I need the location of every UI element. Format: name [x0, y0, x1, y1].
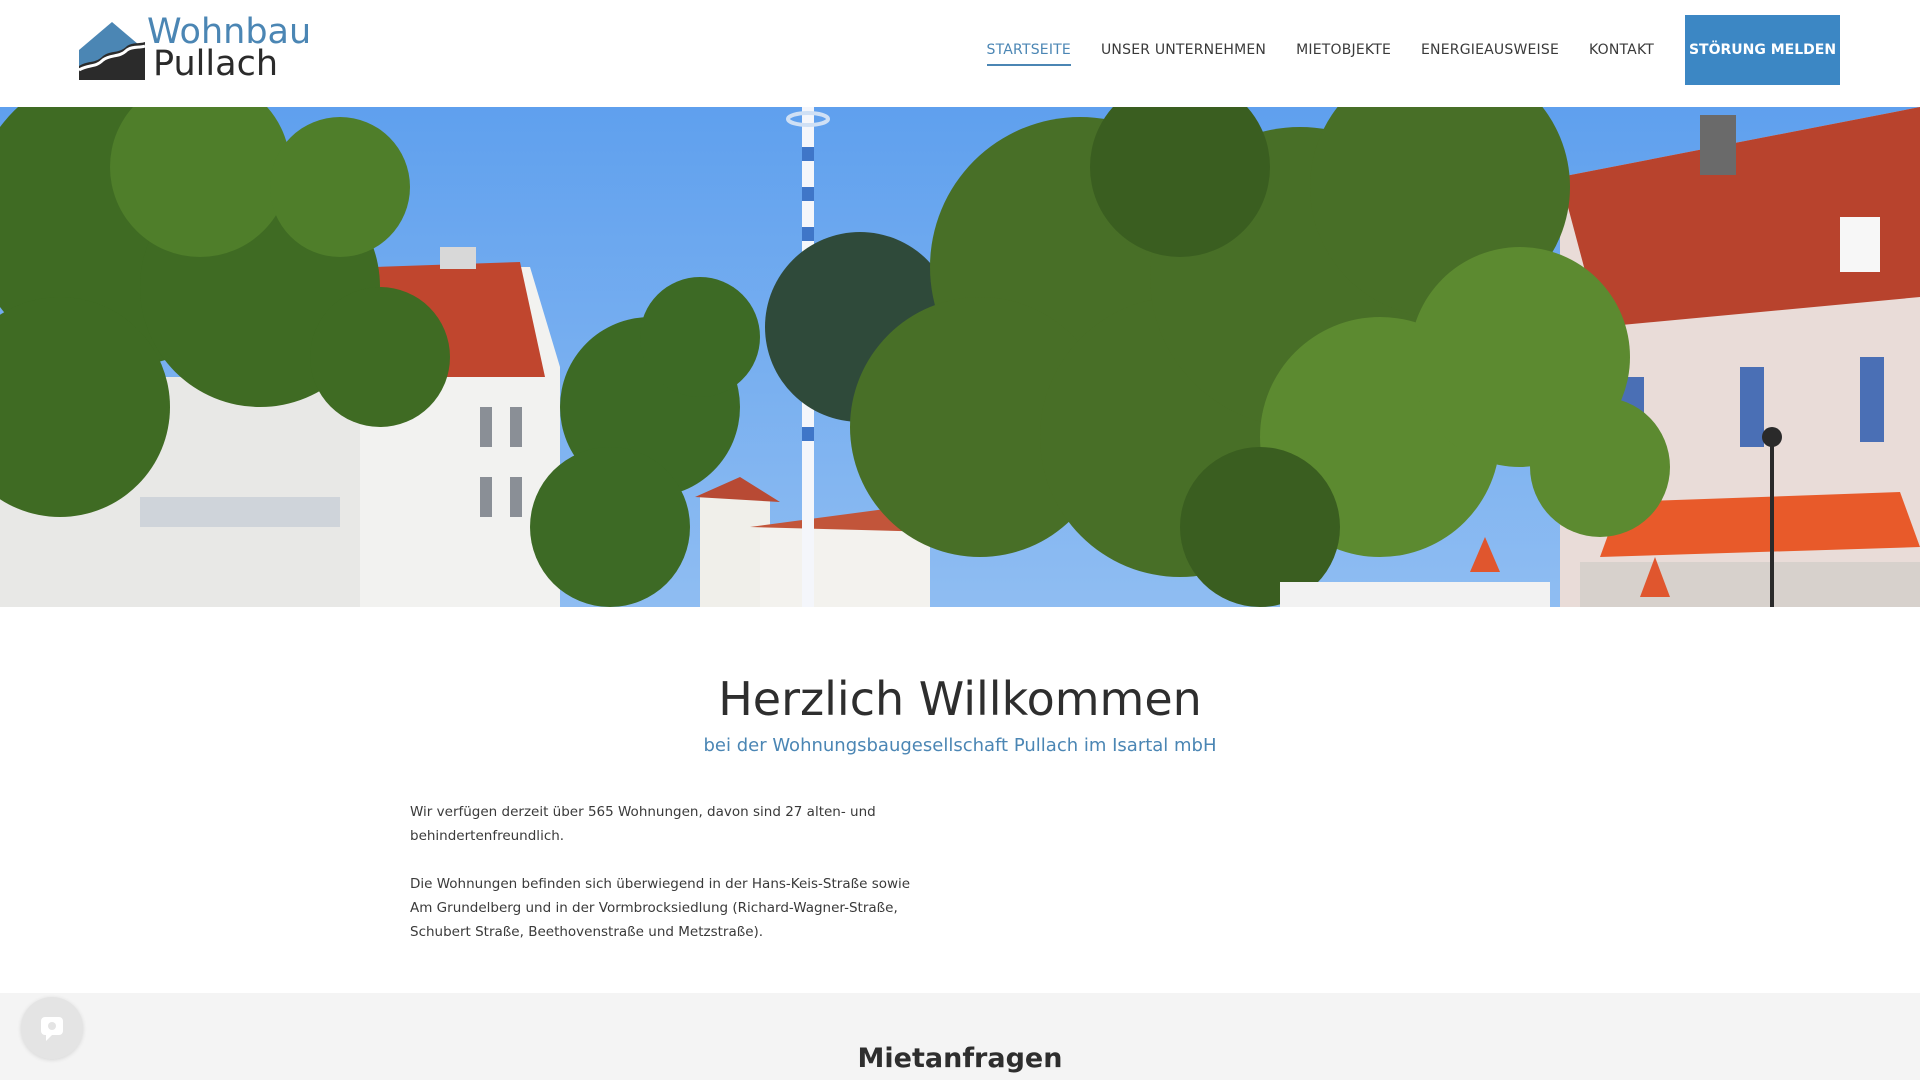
chat-icon: [41, 1017, 63, 1041]
nav-item-unser-unternehmen[interactable]: UNSER UNTERNEHMEN: [1101, 32, 1266, 68]
nav-item-kontakt[interactable]: KONTAKT: [1589, 32, 1654, 68]
logo-wordmark: Wohnbau Pullach: [147, 15, 311, 84]
section-title: Mietanfragen: [857, 1043, 1063, 1074]
site-logo[interactable]: Wohnbau Pullach: [79, 15, 311, 86]
welcome-paragraph: Die Wohnungen befinden sich überwiegend …: [410, 876, 911, 940]
hero-image: [0, 107, 1920, 607]
chat-widget-button[interactable]: [21, 997, 83, 1059]
nav-item-mietobjekte[interactable]: MIETOBJEKTE: [1296, 32, 1391, 68]
welcome-paragraph: Wir verfügen derzeit über 565 Wohnungen,…: [410, 804, 876, 844]
welcome-text: Wir verfügen derzeit über 565 Wohnungen,…: [410, 800, 930, 968]
hero-scene: [0, 107, 1920, 607]
stoerung-melden-button[interactable]: STÖRUNG MELDEN: [1685, 15, 1840, 85]
page-subtitle: bei der Wohnungsbaugesellschaft Pullach …: [703, 735, 1217, 756]
page-title: Herzlich Willkommen: [718, 672, 1202, 726]
house-logo-icon: [79, 22, 145, 80]
nav-item-energieausweise[interactable]: ENERGIEAUSWEISE: [1421, 32, 1559, 68]
main-nav: STARTSEITE UNSER UNTERNEHMEN MIETOBJEKTE…: [957, 0, 1840, 100]
site-header: Wohnbau Pullach STARTSEITE UNSER UNTERNE…: [0, 0, 1920, 107]
nav-item-startseite[interactable]: STARTSEITE: [986, 32, 1072, 68]
logo-line2: Pullach: [153, 44, 278, 84]
